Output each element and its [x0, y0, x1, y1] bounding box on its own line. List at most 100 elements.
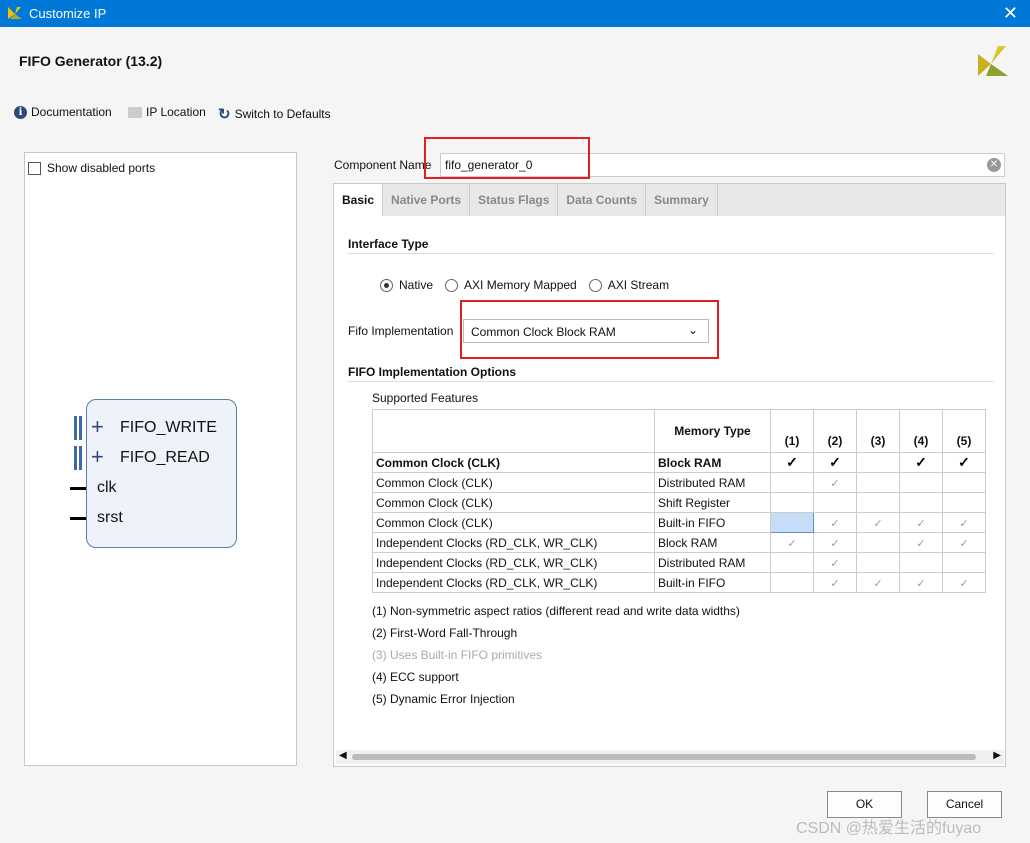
horizontal-scrollbar[interactable]: ◀ ▶ [336, 750, 1004, 764]
supported-features-label: Supported Features [372, 391, 479, 405]
feature-cell: ✓ [899, 532, 943, 553]
selected-cell[interactable] [770, 512, 814, 533]
tab-data-counts[interactable]: Data Counts [558, 184, 647, 216]
footnote: (2) First-Word Fall-Through [372, 626, 518, 640]
switch-defaults-label: Switch to Defaults [234, 107, 331, 121]
show-disabled-label: Show disabled ports [47, 161, 156, 175]
checkmark-icon: ✓ [829, 454, 841, 470]
show-disabled-ports-checkbox[interactable]: Show disabled ports [28, 161, 155, 175]
feature-cell [942, 492, 986, 513]
bus-port-icon [74, 446, 77, 470]
column-header: (4) [899, 409, 943, 453]
bus-port-icon [74, 416, 77, 440]
checkmark-icon: ✓ [959, 517, 969, 530]
divider [348, 253, 994, 254]
scroll-left-icon[interactable]: ◀ [339, 750, 347, 761]
checkmark-icon: ✓ [830, 557, 840, 570]
feature-cell [942, 472, 986, 493]
tab-native-ports[interactable]: Native Ports [383, 184, 471, 216]
column-header: (2) [813, 409, 857, 453]
clear-icon[interactable]: ✕ [987, 158, 1001, 172]
radio-label: AXI Memory Mapped [464, 278, 577, 292]
table-row[interactable]: Independent Clocks (RD_CLK, WR_CLK) Built… [372, 572, 986, 593]
scroll-right-icon[interactable]: ▶ [993, 750, 1001, 761]
memory-type-cell: Shift Register [654, 492, 771, 513]
table-row[interactable]: Common Clock (CLK) Built-in FIFO ✓ ✓ ✓ ✓ [372, 512, 986, 533]
interface-type-heading: Interface Type [348, 237, 429, 251]
checkmark-icon: ✓ [916, 577, 926, 590]
column-header [372, 409, 655, 453]
table-row[interactable]: Independent Clocks (RD_CLK, WR_CLK) Distr… [372, 552, 986, 573]
ip-location-button[interactable]: IP Location [128, 105, 206, 119]
table-row[interactable]: Common Clock (CLK) Block RAM ✓ ✓ ✓ ✓ [372, 452, 986, 473]
feature-cell: ✓ [899, 452, 943, 473]
title-bar: Customize IP ✕ [0, 0, 1030, 27]
checkmark-icon: ✓ [916, 537, 926, 550]
feature-cell [856, 452, 900, 473]
switch-defaults-button[interactable]: ↻ Switch to Defaults [218, 105, 331, 123]
feature-cell: ✓ [942, 512, 986, 533]
column-header: (3) [856, 409, 900, 453]
options-heading: FIFO Implementation Options [348, 365, 516, 379]
memory-type-cell: Distributed RAM [654, 552, 771, 573]
column-header: Memory Type [654, 409, 771, 453]
feature-cell [770, 492, 814, 513]
checkmark-icon: ✓ [830, 517, 840, 530]
clock-cell: Common Clock (CLK) [372, 452, 655, 473]
feature-cell: ✓ [942, 532, 986, 553]
interface-type-radio-group: Native AXI Memory Mapped AXI Stream [380, 278, 669, 292]
feature-cell: ✓ [813, 472, 857, 493]
checkmark-icon: ✓ [830, 477, 840, 490]
feature-cell [899, 552, 943, 573]
memory-type-cell: Block RAM [654, 452, 771, 473]
scrollbar-thumb[interactable] [352, 754, 976, 760]
feature-cell: ✓ [770, 532, 814, 553]
tab-bar: Basic Native Ports Status Flags Data Cou… [334, 184, 1005, 216]
checkbox[interactable] [28, 161, 41, 175]
folder-icon [128, 106, 142, 118]
table-header-row: Memory Type (1) (2) (3) (4) (5) [372, 409, 986, 453]
highlight-box [424, 137, 590, 179]
watermark: CSDN @热爱生活的fuyao [796, 820, 982, 837]
port-fifo-write: FIFO_WRITE [120, 419, 217, 436]
feature-cell [770, 472, 814, 493]
table-row[interactable]: Common Clock (CLK) Shift Register [372, 492, 986, 513]
clock-cell: Independent Clocks (RD_CLK, WR_CLK) [372, 572, 655, 593]
feature-cell [856, 492, 900, 513]
feature-cell: ✓ [942, 452, 986, 473]
tab-status-flags[interactable]: Status Flags [470, 184, 559, 216]
ip-location-label: IP Location [146, 105, 206, 119]
feature-cell [942, 552, 986, 573]
port-fifo-read: FIFO_READ [120, 449, 210, 466]
documentation-button[interactable]: i Documentation [14, 105, 112, 119]
feature-cell [899, 472, 943, 493]
memory-type-cell: Built-in FIFO [654, 512, 771, 533]
radio-axi-memory-mapped[interactable] [445, 278, 459, 292]
feature-cell: ✓ [813, 572, 857, 593]
checkmark-icon: ✓ [915, 454, 927, 470]
component-name-label: Component Name [334, 158, 432, 172]
expand-icon[interactable]: + [91, 446, 104, 468]
feature-cell [770, 572, 814, 593]
checkmark-icon: ✓ [830, 537, 840, 550]
column-header: (5) [942, 409, 986, 453]
port-line [70, 517, 86, 520]
footnote: (4) ECC support [372, 670, 459, 684]
xilinx-logo-icon [978, 46, 1008, 76]
checkmark-icon: ✓ [787, 537, 797, 550]
close-button[interactable]: ✕ [1003, 3, 1018, 24]
expand-icon[interactable]: + [91, 416, 104, 438]
radio-axi-stream[interactable] [588, 278, 602, 292]
checkmark-icon: ✓ [959, 537, 969, 550]
radio-native[interactable] [380, 278, 393, 292]
footnote: (1) Non-symmetric aspect ratios (differe… [372, 604, 740, 618]
feature-cell [856, 472, 900, 493]
port-srst: srst [97, 509, 123, 526]
tab-basic[interactable]: Basic [334, 184, 384, 216]
info-icon: i [14, 105, 27, 119]
feature-cell: ✓ [899, 512, 943, 533]
tab-summary[interactable]: Summary [646, 184, 718, 216]
table-row[interactable]: Independent Clocks (RD_CLK, WR_CLK) Block… [372, 532, 986, 553]
table-row[interactable]: Common Clock (CLK) Distributed RAM ✓ [372, 472, 986, 493]
column-header: (1) [770, 409, 814, 453]
